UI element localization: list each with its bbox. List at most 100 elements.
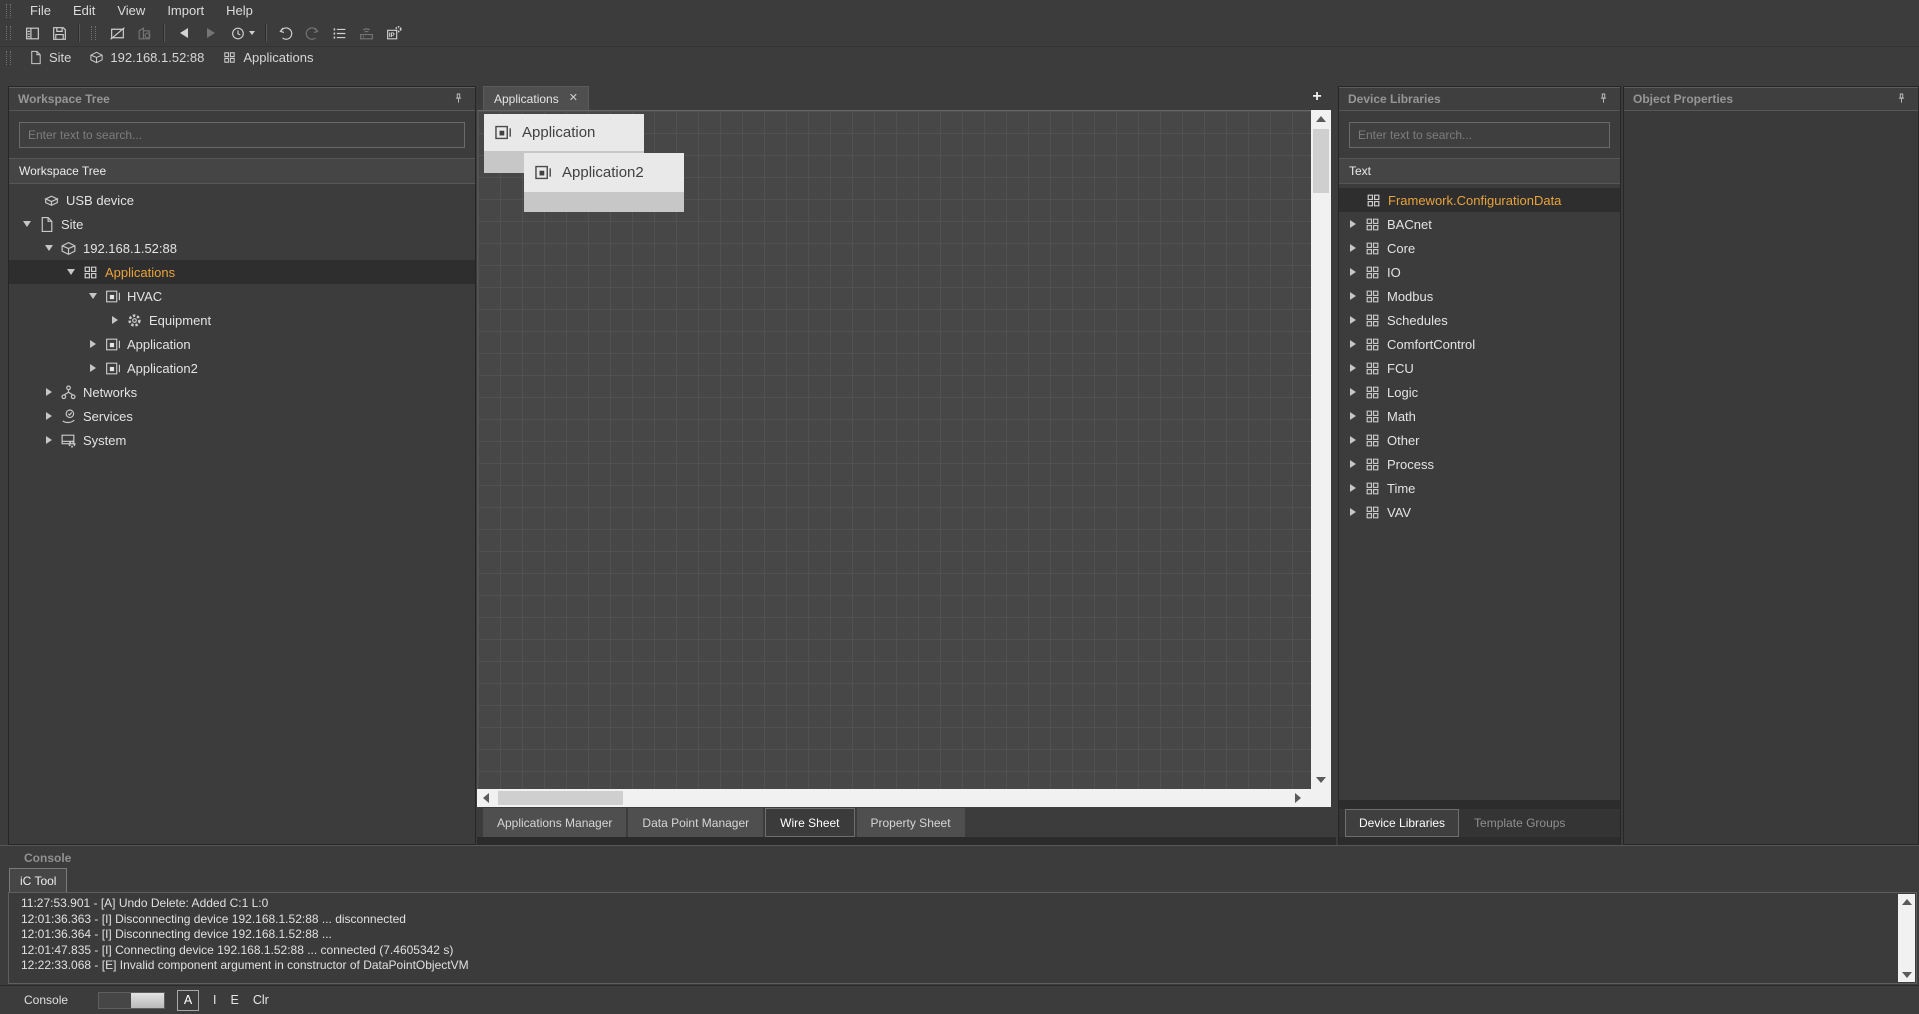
- library-item-fcu[interactable]: FCU: [1339, 356, 1620, 380]
- slider-thumb[interactable]: [131, 993, 164, 1008]
- tab-property-sheet[interactable]: Property Sheet: [857, 808, 965, 837]
- expander-collapsed[interactable]: [1347, 219, 1358, 230]
- tab-ic-tool[interactable]: iC Tool: [9, 868, 67, 892]
- grip-handle[interactable]: [6, 26, 11, 40]
- expander-collapsed[interactable]: [109, 315, 120, 326]
- tab-applications-manager[interactable]: Applications Manager: [483, 808, 626, 837]
- filter-info-button[interactable]: I: [213, 993, 216, 1007]
- grip-handle[interactable]: [6, 51, 11, 65]
- expander-collapsed[interactable]: [1347, 387, 1358, 398]
- tab-device-libraries[interactable]: Device Libraries: [1345, 809, 1459, 837]
- vertical-scrollbar[interactable]: [1311, 110, 1331, 789]
- vertical-scroll-thumb[interactable]: [1313, 129, 1329, 193]
- list-button[interactable]: [326, 23, 353, 44]
- save-button[interactable]: [46, 23, 73, 44]
- workspace-window-button[interactable]: [19, 23, 46, 44]
- library-item-framework-configurationdata[interactable]: Framework.ConfigurationData: [1339, 188, 1620, 212]
- tab-wire-sheet[interactable]: Wire Sheet: [765, 808, 854, 837]
- scroll-down-button[interactable]: [1311, 771, 1331, 789]
- tab-template-groups[interactable]: Template Groups: [1461, 809, 1578, 837]
- library-item-bacnet[interactable]: BACnet: [1339, 212, 1620, 236]
- tab-data-point-manager[interactable]: Data Point Manager: [628, 808, 763, 837]
- tree-item-applications[interactable]: Applications: [9, 260, 475, 284]
- pin-button[interactable]: [1893, 91, 1909, 107]
- tab-applications[interactable]: Applications ✕: [483, 86, 589, 110]
- expander-collapsed[interactable]: [87, 363, 98, 374]
- undo-button[interactable]: [272, 23, 299, 44]
- library-item-process[interactable]: Process: [1339, 452, 1620, 476]
- tree-item-equipment[interactable]: Equipment: [9, 308, 475, 332]
- expander-collapsed[interactable]: [1347, 339, 1358, 350]
- library-item-schedules[interactable]: Schedules: [1339, 308, 1620, 332]
- console-verbosity-slider[interactable]: [98, 992, 165, 1009]
- library-item-time[interactable]: Time: [1339, 476, 1620, 500]
- menu-help[interactable]: Help: [215, 1, 264, 20]
- menu-import[interactable]: Import: [156, 1, 215, 20]
- expander-collapsed[interactable]: [1347, 243, 1358, 254]
- library-item-vav[interactable]: VAV: [1339, 500, 1620, 524]
- application-block[interactable]: Application: [484, 114, 644, 151]
- device-upload-button[interactable]: [353, 23, 380, 44]
- tree-item-networks[interactable]: Networks: [9, 380, 475, 404]
- device-libraries-search-input[interactable]: [1349, 122, 1610, 148]
- device-search-button[interactable]: [131, 23, 158, 44]
- application2-block[interactable]: Application2: [524, 153, 684, 192]
- expander-collapsed[interactable]: [1347, 411, 1358, 422]
- pin-button[interactable]: [450, 91, 466, 107]
- grip-handle[interactable]: [6, 4, 11, 18]
- filter-error-button[interactable]: E: [231, 993, 239, 1007]
- expander-collapsed[interactable]: [1347, 459, 1358, 470]
- expander-collapsed[interactable]: [1347, 507, 1358, 518]
- ip-settings-button[interactable]: [380, 23, 407, 44]
- menu-file[interactable]: File: [19, 1, 62, 20]
- breadcrumb-device[interactable]: 192.168.1.52:88: [80, 50, 213, 65]
- tree-item-application2[interactable]: Application2: [9, 356, 475, 380]
- library-item-math[interactable]: Math: [1339, 404, 1620, 428]
- expander-collapsed[interactable]: [43, 387, 54, 398]
- history-button[interactable]: [224, 23, 260, 44]
- library-item-logic[interactable]: Logic: [1339, 380, 1620, 404]
- library-item-io[interactable]: IO: [1339, 260, 1620, 284]
- tree-item-device[interactable]: 192.168.1.52:88: [9, 236, 475, 260]
- expander-collapsed[interactable]: [1347, 483, 1358, 494]
- tree-item-hvac[interactable]: HVAC: [9, 284, 475, 308]
- expander-expanded[interactable]: [21, 219, 32, 230]
- application2-block-body[interactable]: [524, 192, 684, 212]
- library-item-other[interactable]: Other: [1339, 428, 1620, 452]
- add-tab-button[interactable]: +: [1308, 88, 1326, 106]
- scroll-up-button[interactable]: [1898, 894, 1915, 909]
- scroll-down-button[interactable]: [1898, 967, 1915, 982]
- tree-item-services[interactable]: Services: [9, 404, 475, 428]
- library-item-core[interactable]: Core: [1339, 236, 1620, 260]
- expander-collapsed[interactable]: [43, 411, 54, 422]
- library-item-modbus[interactable]: Modbus: [1339, 284, 1620, 308]
- breadcrumb-site[interactable]: Site: [19, 50, 80, 65]
- breadcrumb-applications[interactable]: Applications: [213, 50, 322, 65]
- close-icon[interactable]: ✕: [569, 93, 578, 104]
- scroll-right-button[interactable]: [1289, 789, 1307, 807]
- workspace-search-input[interactable]: [19, 122, 465, 148]
- clear-log-button[interactable]: Clr: [253, 993, 269, 1007]
- expander-expanded[interactable]: [65, 267, 76, 278]
- scroll-up-button[interactable]: [1311, 110, 1331, 128]
- expander-collapsed[interactable]: [1347, 315, 1358, 326]
- menu-view[interactable]: View: [106, 1, 156, 20]
- horizontal-scroll-thumb[interactable]: [498, 791, 623, 805]
- expander-expanded[interactable]: [87, 291, 98, 302]
- scroll-left-button[interactable]: [477, 789, 495, 807]
- wire-sheet-canvas[interactable]: Application Application2: [477, 110, 1311, 789]
- tree-item-application[interactable]: Application: [9, 332, 475, 356]
- back-button[interactable]: [170, 23, 197, 44]
- expander-collapsed[interactable]: [1347, 291, 1358, 302]
- expander-collapsed[interactable]: [43, 435, 54, 446]
- edit-mode-button[interactable]: [104, 23, 131, 44]
- tree-item-usb-device[interactable]: USB device: [9, 188, 475, 212]
- forward-button[interactable]: [197, 23, 224, 44]
- menu-edit[interactable]: Edit: [62, 1, 106, 20]
- filter-all-button[interactable]: A: [177, 990, 199, 1011]
- console-scrollbar[interactable]: [1898, 894, 1915, 982]
- expander-collapsed[interactable]: [1347, 435, 1358, 446]
- tree-item-system[interactable]: System: [9, 428, 475, 452]
- grip-handle[interactable]: [91, 26, 96, 40]
- expander-collapsed[interactable]: [87, 339, 98, 350]
